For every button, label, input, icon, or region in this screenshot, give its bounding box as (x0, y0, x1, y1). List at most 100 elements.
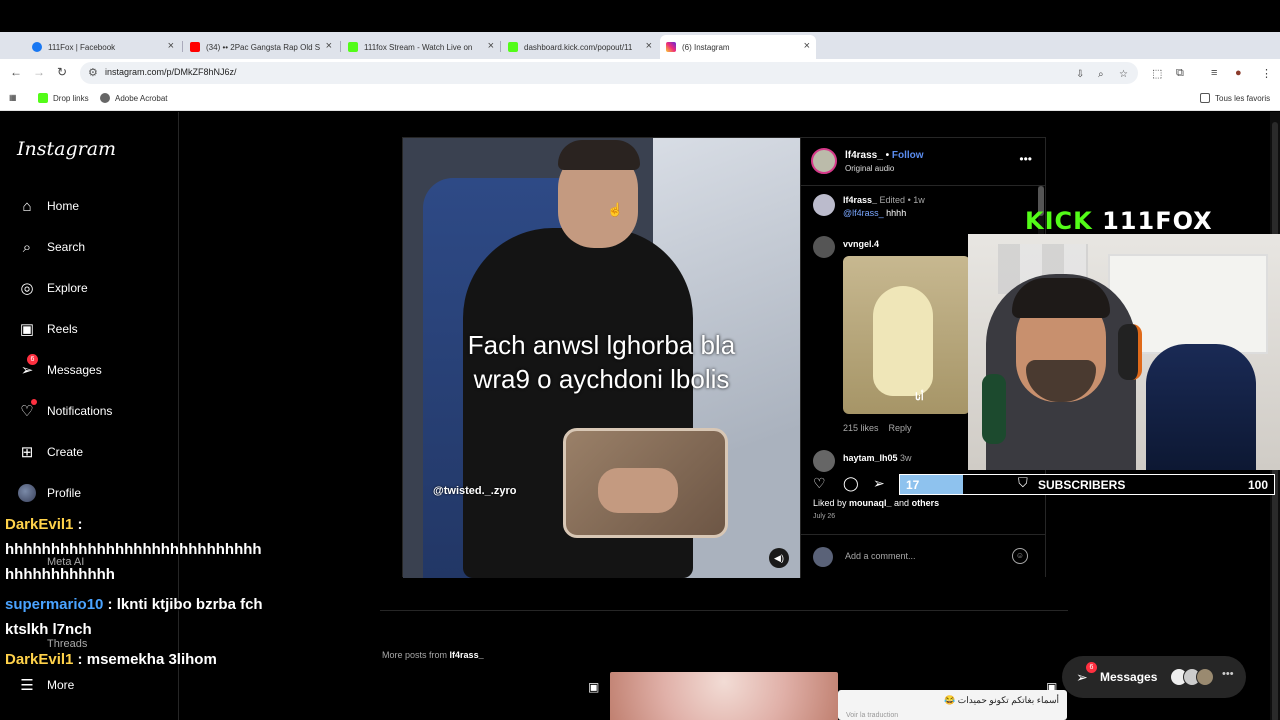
tab-instagram[interactable]: (6) Instagram × (660, 35, 816, 59)
follow-button[interactable]: Follow (892, 150, 924, 161)
author-username[interactable]: lf4rass_ (845, 150, 883, 161)
post-thumbnail-comment[interactable]: أسماء بغاتكم تكونو حميدات 😂 Voir la trad… (838, 690, 1067, 720)
menu-kebab-icon[interactable]: ⋮ (1261, 67, 1272, 80)
more-posts-user-link[interactable]: lf4rass_ (450, 650, 484, 660)
notification-dot (31, 399, 37, 405)
comment-username[interactable]: haytam_lh05 (843, 453, 898, 463)
zoom-icon[interactable]: ⌕ (1098, 69, 1104, 80)
video-caption: Fach anwsl lghorba bla wra9 o aychdoni l… (403, 328, 800, 396)
messages-pill-button[interactable]: ➢ 6 Messages ••• (1062, 656, 1246, 698)
like-heart-icon[interactable]: ♡ (813, 475, 826, 492)
star-bookmark-icon[interactable]: ☆ (1119, 69, 1128, 80)
close-icon[interactable]: × (326, 40, 332, 52)
back-arrow-icon[interactable]: ← (10, 65, 22, 79)
microphone-icon (982, 374, 1006, 444)
sidebar-item-home[interactable]: ⌂ Home (17, 196, 79, 216)
sidebar-item-label: Messages (47, 363, 102, 377)
comment-likes[interactable]: 215 likes (843, 423, 879, 433)
hand-cursor-icon: ☝ (607, 202, 624, 217)
sidebar-item-profile[interactable]: Profile (17, 483, 81, 503)
close-icon[interactable]: × (488, 40, 494, 52)
sidebar-item-label: Create (47, 445, 84, 459)
hamburger-menu-icon: ☰ (20, 677, 34, 694)
more-options-icon[interactable]: ••• (1019, 152, 1032, 166)
post-header: lf4rass_ • Follow Original audio ••• (801, 138, 1046, 186)
sidebar-item-label: Search (47, 240, 86, 254)
close-icon[interactable]: × (646, 40, 652, 52)
liked-by-others[interactable]: others (912, 498, 940, 508)
post-thumbnail[interactable] (610, 672, 838, 720)
share-send-icon[interactable]: ➢ (873, 475, 885, 492)
plus-square-icon: ⊞ (20, 444, 34, 461)
extension-icon[interactable]: ⬚ (1152, 67, 1162, 80)
comment-username[interactable]: lf4rass_ (843, 195, 877, 205)
instagram-logo[interactable]: Instagram (17, 138, 116, 160)
profile-avatar-icon[interactable]: ● (1235, 67, 1242, 79)
post-video[interactable]: Fach anwsl lghorba bla wra9 o aychdoni l… (403, 138, 800, 578)
post-author[interactable]: lf4rass_ • Follow (845, 150, 924, 161)
avatar (17, 483, 37, 503)
heart-icon: ♡ (17, 399, 37, 421)
tab-kick-dashboard[interactable]: dashboard.kick.com/popout/11 × (502, 35, 658, 59)
sidebar-item-explore[interactable]: ◎ Explore (17, 278, 87, 298)
puzzle-extensions-icon[interactable]: ⧉ (1176, 67, 1184, 80)
reading-list-icon[interactable]: ≡ (1211, 67, 1217, 79)
bookmark-icon: ⛉ (1018, 475, 1028, 490)
comment-bubble-icon[interactable]: ◯ (843, 475, 859, 492)
bookmark-drop-links[interactable]: Drop links (38, 93, 89, 103)
url-text[interactable]: instagram.com/p/DMkZF8hNJ6z/ (105, 67, 237, 77)
forward-arrow-icon[interactable]: → (33, 65, 45, 79)
messenger-icon: ➢ 6 (17, 354, 38, 380)
sidebar-item-messages[interactable]: ➢ 6 Messages (17, 354, 102, 380)
emoji-icon[interactable]: ☺ (1012, 548, 1028, 564)
sidebar-item-notifications[interactable]: ♡ Notifications (17, 399, 112, 421)
avatar[interactable] (813, 450, 835, 472)
facebook-favicon-icon (32, 42, 42, 52)
sidebar-item-create[interactable]: ⊞ Create (17, 442, 83, 462)
comment-meta: Edited • 1w (879, 195, 925, 205)
reload-icon[interactable]: ↻ (57, 65, 67, 79)
avatar[interactable] (811, 148, 837, 174)
subscriber-count: 17 (906, 478, 920, 492)
avatar[interactable] (813, 236, 835, 258)
site-info-icon[interactable]: ⚙ (88, 66, 98, 79)
avatar (1196, 668, 1214, 686)
avatar[interactable] (813, 194, 835, 216)
kick-favicon-icon (38, 93, 48, 103)
sidebar-item-reels[interactable]: ▣ Reels (17, 319, 78, 339)
messages-label: Messages (1100, 670, 1158, 684)
folder-icon (1200, 93, 1210, 103)
mention-link[interactable]: @lf4rass_ (843, 208, 884, 218)
sidebar-item-search[interactable]: ⌕ Search (17, 237, 85, 257)
reply-button[interactable]: Reply (889, 423, 912, 433)
sidebar-item-label: Home (47, 199, 80, 213)
tab-facebook[interactable]: 111Fox | Facebook × (26, 35, 180, 59)
reels-icon: ▣ (588, 680, 600, 694)
bookmark-adobe-acrobat[interactable]: Adobe Acrobat (100, 93, 167, 103)
person-hand (598, 468, 678, 513)
comment-header: haytam_lh05 3w (843, 453, 912, 463)
comment-caption: lf4rass_ Edited • 1w (843, 195, 925, 205)
install-app-icon[interactable]: ⇩ (1076, 69, 1084, 80)
see-translation-link[interactable]: Voir la traduction (846, 712, 898, 719)
add-comment-input[interactable]: Add a comment... (845, 551, 916, 561)
chat-username: supermario10 (5, 596, 104, 613)
apps-grid-icon[interactable]: ▦ (9, 93, 17, 102)
address-bar[interactable]: ⚙ instagram.com/p/DMkZF8hNJ6z/ ⇩ ⌕ ☆ (80, 62, 1138, 84)
all-bookmarks[interactable]: Tous les favoris (1200, 93, 1270, 103)
tab-youtube[interactable]: (34) •• 2Pac Gangsta Rap Old S × (184, 35, 338, 59)
comment-body: hhhh (886, 208, 907, 218)
gif-bird (873, 286, 933, 396)
original-audio-link[interactable]: Original audio (845, 164, 894, 173)
avatar (813, 547, 833, 567)
tab-kick-stream[interactable]: 111fox Stream - Watch Live on × (342, 35, 500, 59)
liked-by-user[interactable]: mounaql_ (849, 498, 892, 508)
close-icon[interactable]: × (804, 40, 810, 52)
close-icon[interactable]: × (168, 40, 174, 52)
speaker-icon[interactable]: ◀) (769, 548, 789, 568)
webcam-hair (1012, 278, 1110, 318)
comment-gif[interactable]: أنا (843, 256, 970, 414)
tab-separator (182, 41, 183, 52)
sidebar-item-more[interactable]: ☰ More (17, 675, 74, 695)
comment-username[interactable]: vvngel.4 (843, 239, 879, 249)
